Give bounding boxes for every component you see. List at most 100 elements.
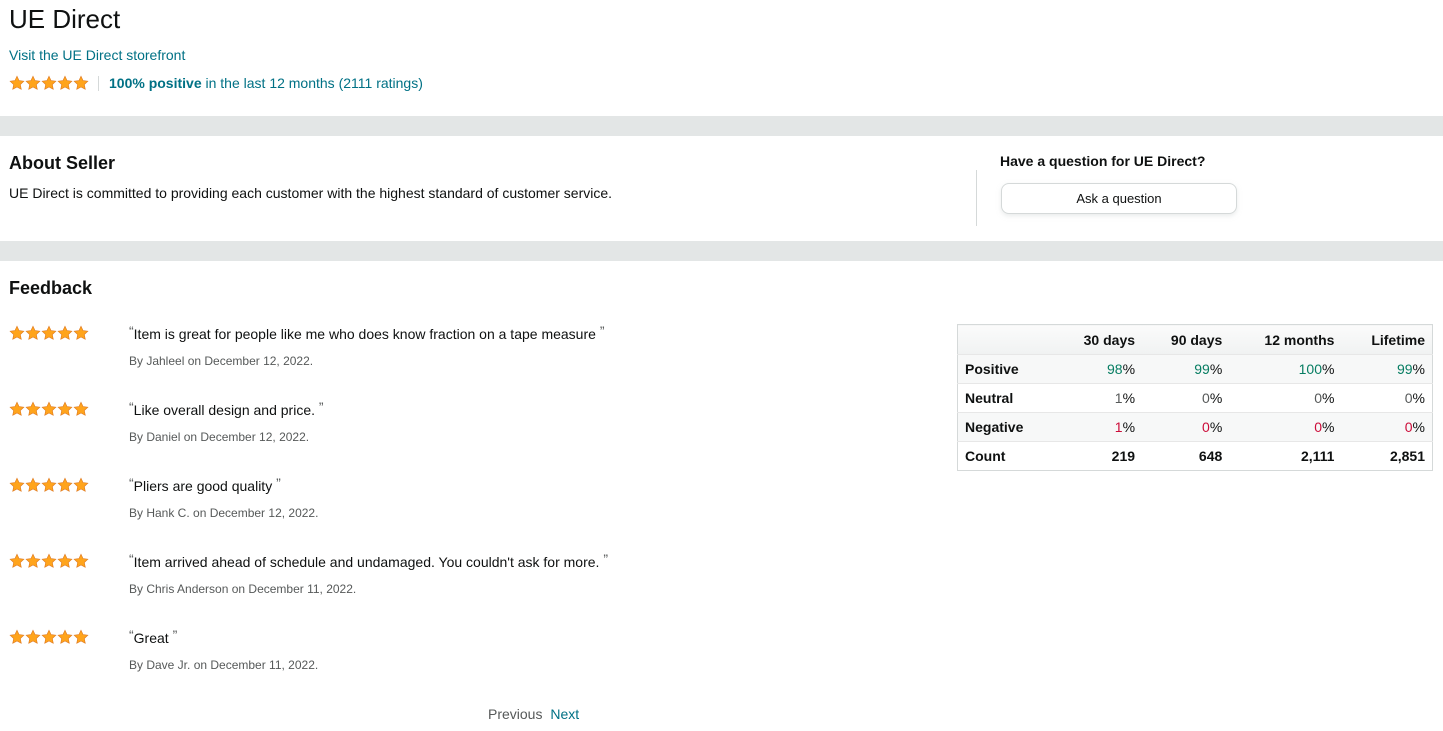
feedback-byline: By Chris Anderson on December 11, 2022. xyxy=(129,582,357,596)
star-icon xyxy=(73,401,89,417)
section-divider-band xyxy=(0,241,1443,261)
percent-sign: % xyxy=(1321,361,1335,377)
feedback-quote: “Pliers are good quality ” xyxy=(129,475,281,495)
star-icon xyxy=(25,553,41,569)
stats-header-cell: 30 days xyxy=(1054,324,1143,355)
star-icon xyxy=(41,477,57,493)
stats-row-neutral: Neutral 1% 0% 0% 0% xyxy=(957,383,1433,413)
feedback-star-rating xyxy=(9,477,89,493)
stats-percent-value: 1 xyxy=(1114,419,1123,435)
stats-cell: 219 xyxy=(1111,448,1136,464)
feedback-quote: “Like overall design and price. ” xyxy=(129,399,324,419)
close-quote-icon: ” xyxy=(276,475,281,491)
star-icon xyxy=(9,553,25,569)
percent-sign: % xyxy=(1321,390,1335,406)
percent-sign: % xyxy=(1209,390,1223,406)
rating-summary-link[interactable]: 100% positive in the last 12 months (211… xyxy=(109,74,423,92)
close-quote-icon: ” xyxy=(599,323,605,339)
feedback-text: Item is great for people like me who doe… xyxy=(133,326,596,342)
rating-divider xyxy=(98,75,99,91)
stats-cell: 100% xyxy=(1229,354,1342,384)
seller-star-rating xyxy=(9,75,89,91)
feedback-text: Like overall design and price. xyxy=(133,402,316,418)
percent-sign: % xyxy=(1412,390,1425,406)
feedback-star-rating xyxy=(9,325,89,341)
feedback-text: Item arrived ahead of schedule and undam… xyxy=(133,554,600,570)
feedback-item: “Great ” By Dave Jr. on December 11, 2022… xyxy=(9,627,909,689)
star-icon xyxy=(41,401,57,417)
star-icon xyxy=(41,75,57,91)
star-icon xyxy=(73,325,89,341)
percent-sign: % xyxy=(1209,419,1223,435)
seller-title: UE Direct xyxy=(9,4,121,34)
stats-cell: 98% xyxy=(1054,354,1143,384)
feedback-byline: By Hank C. on December 12, 2022. xyxy=(129,506,319,520)
stats-percent-value: 99 xyxy=(1194,361,1210,377)
next-page-button[interactable]: Next xyxy=(550,706,579,722)
open-quote-icon: “ xyxy=(129,399,134,415)
feedback-item: “Like overall design and price. ” By Dani… xyxy=(9,399,909,461)
star-icon xyxy=(25,477,41,493)
previous-page-button: Previous xyxy=(488,706,543,722)
feedback-byline: By Jahleel on December 12, 2022. xyxy=(129,354,314,368)
feedback-stats-table: 30 days 90 days 12 months Lifetime Positive… xyxy=(957,324,1433,471)
stats-row-negative: Negative 1% 0% 0% 0% xyxy=(957,412,1433,442)
stats-cell: 0% xyxy=(1341,383,1433,413)
stats-row-label: Neutral xyxy=(957,383,1055,413)
star-icon xyxy=(57,553,73,569)
stats-cell: 0% xyxy=(1142,412,1230,442)
open-quote-icon: “ xyxy=(129,323,134,339)
seller-rating-summary: 100% positive in the last 12 months (211… xyxy=(9,73,423,93)
stats-row-label: Count xyxy=(965,448,1006,464)
stats-header-cell: 12 months xyxy=(1229,324,1342,355)
star-icon xyxy=(73,553,89,569)
stats-percent-value: 99 xyxy=(1396,361,1413,377)
close-quote-icon: ” xyxy=(318,399,324,415)
pagination: Previous Next xyxy=(488,705,579,723)
about-seller-text: UE Direct is committed to providing each… xyxy=(9,185,613,201)
star-icon xyxy=(57,629,73,645)
about-seller-heading: About Seller xyxy=(9,153,116,173)
star-icon xyxy=(25,401,41,417)
feedback-star-rating xyxy=(9,553,89,569)
star-icon xyxy=(9,75,25,91)
feedback-text: Great xyxy=(133,630,169,646)
stats-row-count: Count 219 648 2,111 2,851 xyxy=(957,441,1433,471)
percent-sign: % xyxy=(1209,361,1223,377)
stats-header-row: 30 days 90 days 12 months Lifetime xyxy=(957,324,1433,355)
star-icon xyxy=(57,325,73,341)
rating-positive-percent: 100% positive xyxy=(109,75,202,91)
stats-percent-value: 0 xyxy=(1404,390,1413,406)
stats-percent-value: 100 xyxy=(1298,361,1322,377)
stats-row-label: Negative xyxy=(957,412,1055,442)
star-icon xyxy=(41,629,57,645)
star-icon xyxy=(57,75,73,91)
stats-header-blank xyxy=(957,324,1055,355)
stats-percent-value: 98 xyxy=(1106,361,1123,377)
stats-percent-value: 1 xyxy=(1114,390,1123,406)
star-icon xyxy=(9,325,25,341)
question-heading: Have a question for UE Direct? xyxy=(1000,153,1206,169)
stats-header-cell: 90 days xyxy=(1142,324,1230,355)
feedback-star-rating xyxy=(9,629,89,645)
storefront-link[interactable]: Visit the UE Direct storefront xyxy=(9,46,185,64)
stats-cell: 1% xyxy=(1054,412,1143,442)
percent-sign: % xyxy=(1412,361,1425,377)
open-quote-icon: “ xyxy=(129,475,134,491)
star-icon xyxy=(25,75,41,91)
stats-cell: 0% xyxy=(1229,383,1342,413)
percent-sign: % xyxy=(1321,419,1335,435)
close-quote-icon: ” xyxy=(603,551,608,567)
star-icon xyxy=(57,477,73,493)
feedback-star-rating xyxy=(9,401,89,417)
stats-cell: 648 xyxy=(1198,448,1223,464)
percent-sign: % xyxy=(1412,419,1425,435)
stats-cell: 0% xyxy=(1341,412,1433,442)
stats-cell: 0% xyxy=(1142,383,1230,413)
stats-percent-value: 0 xyxy=(1314,419,1322,435)
feedback-item: “Item arrived ahead of schedule and unda… xyxy=(9,551,909,613)
feedback-byline: By Dave Jr. on December 11, 2022. xyxy=(129,658,319,672)
star-icon xyxy=(73,477,89,493)
ask-question-button[interactable]: Ask a question xyxy=(1001,183,1237,214)
star-icon xyxy=(73,629,89,645)
